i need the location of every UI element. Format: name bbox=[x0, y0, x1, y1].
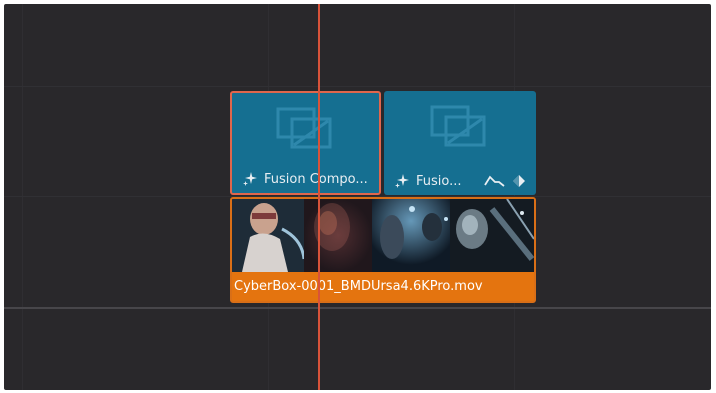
track-line bbox=[4, 86, 711, 87]
video-clip[interactable]: CyberBox-0001_BMDUrsa4.6KPro.mov bbox=[230, 197, 536, 303]
clip-footer: CyberBox-0001_BMDUrsa4.6KPro.mov bbox=[232, 272, 534, 301]
clip-label: Fusion Compo... bbox=[264, 171, 368, 187]
timeline-panel[interactable]: Fusion Compo... Fusio... CyberBox-0001_B… bbox=[4, 4, 711, 390]
sparkle-icon bbox=[243, 172, 257, 186]
fusion-composition-clip-1[interactable]: Fusion Compo... bbox=[230, 91, 381, 195]
fusion-composition-clip-2[interactable]: Fusio... bbox=[384, 91, 536, 195]
video-thumbnail-image bbox=[232, 199, 534, 272]
playhead[interactable] bbox=[318, 4, 320, 390]
keyframe-diamond-icon[interactable] bbox=[512, 174, 526, 188]
clip-status-icons bbox=[484, 174, 526, 188]
curve-icon[interactable] bbox=[484, 174, 506, 188]
track-divider[interactable] bbox=[4, 307, 711, 309]
clip-label: CyberBox-0001_BMDUrsa4.6KPro.mov bbox=[234, 279, 483, 294]
video-thumbnail bbox=[232, 199, 534, 272]
sparkle-icon bbox=[395, 174, 409, 188]
clip-footer: Fusion Compo... bbox=[232, 165, 379, 193]
grid-line bbox=[22, 4, 23, 390]
fusion-composition-icon bbox=[276, 107, 331, 149]
clip-footer: Fusio... bbox=[384, 167, 536, 195]
fusion-composition-icon bbox=[430, 105, 486, 147]
clip-label: Fusio... bbox=[416, 173, 462, 189]
